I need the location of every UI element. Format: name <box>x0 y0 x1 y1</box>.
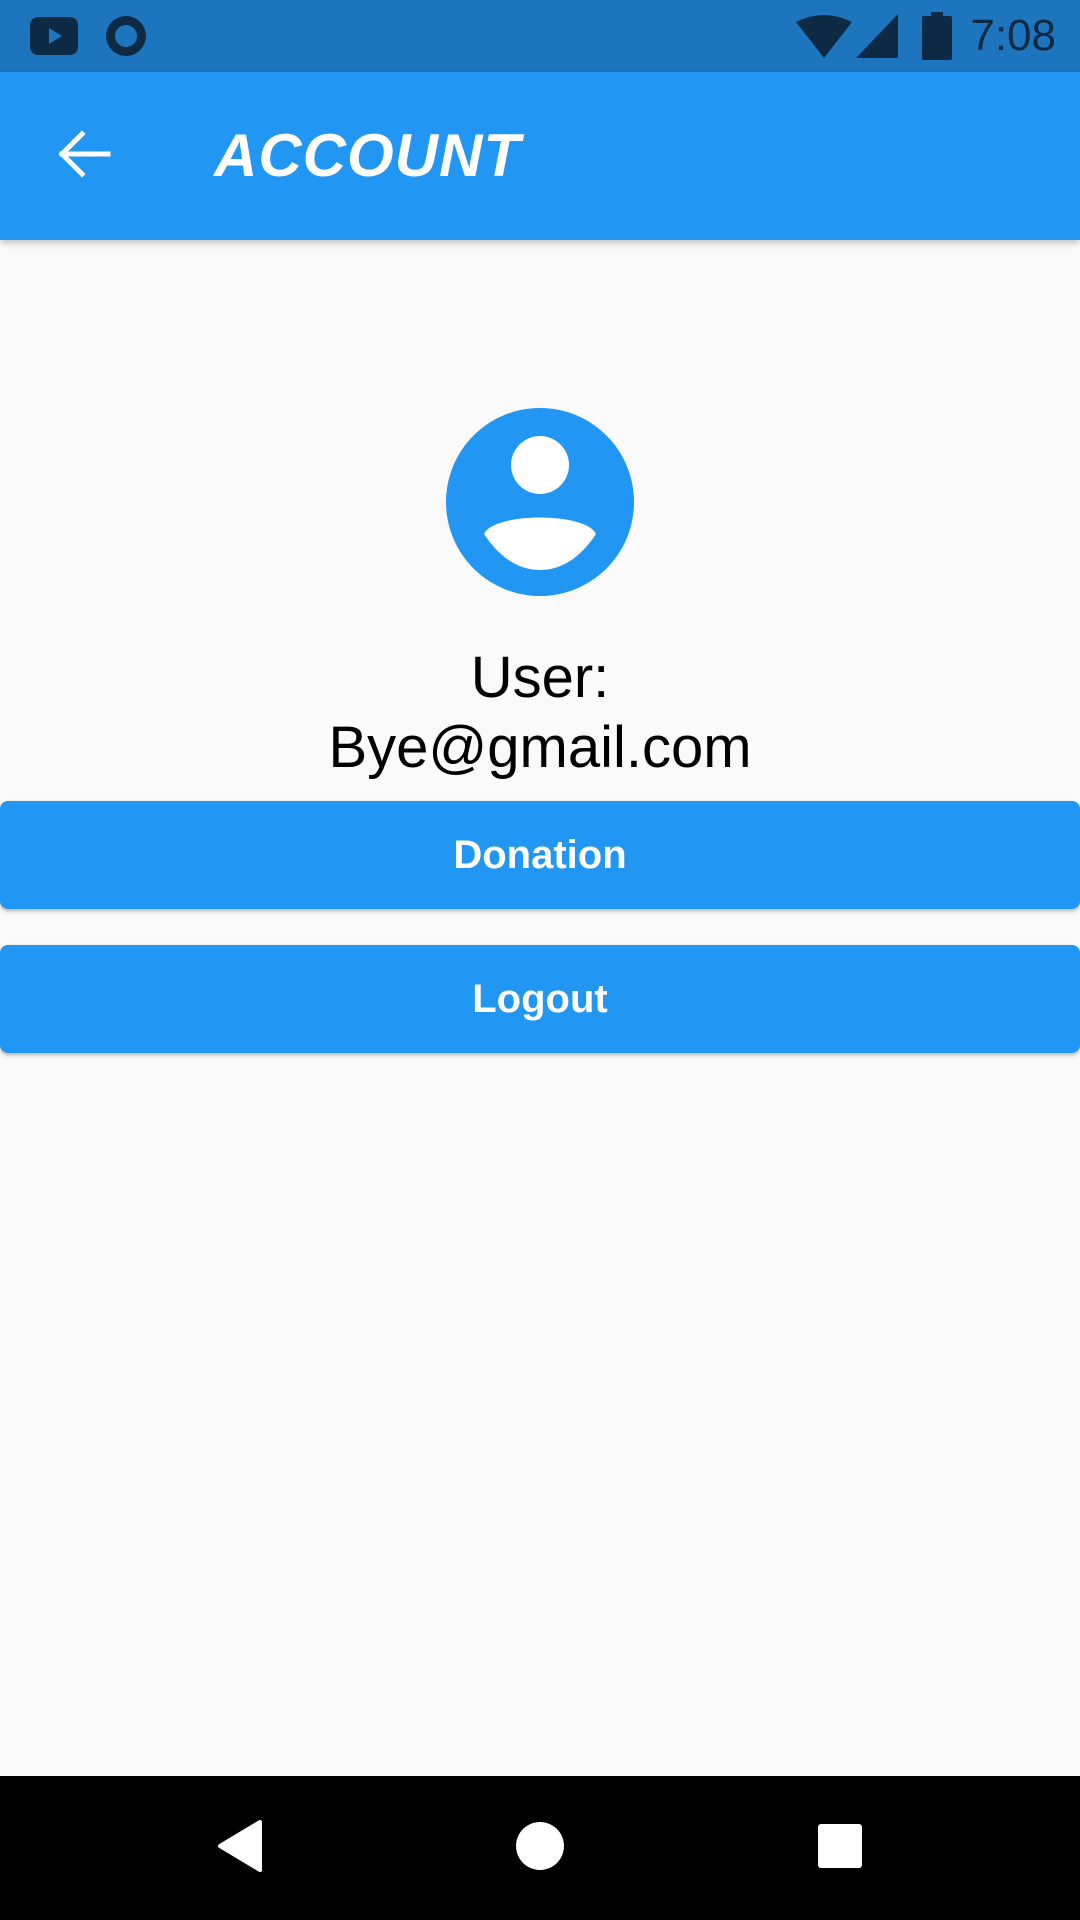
account-screen: 7:08 ACCOUNT User: Bye@gmail.com Donatio… <box>0 0 1080 1920</box>
logout-button[interactable]: Logout <box>0 945 1080 1053</box>
nav-home-button[interactable] <box>490 1798 590 1898</box>
account-circle-icon <box>446 408 634 596</box>
app-bar: ACCOUNT <box>0 72 1080 240</box>
back-triangle-icon <box>216 1819 264 1877</box>
user-label: User: <box>470 645 610 710</box>
status-time: 7:08 <box>970 11 1056 60</box>
nav-recents-button[interactable] <box>790 1798 890 1898</box>
status-bar: 7:08 <box>0 0 1080 72</box>
wifi-icon <box>796 14 852 63</box>
donation-button[interactable]: Donation <box>0 801 1080 909</box>
signal-icon <box>856 14 898 63</box>
nav-back-button[interactable] <box>190 1798 290 1898</box>
arrow-back-icon <box>56 126 112 187</box>
back-button[interactable] <box>40 112 128 200</box>
youtube-icon <box>30 17 78 60</box>
page-title: ACCOUNT <box>214 122 521 189</box>
record-icon <box>104 14 148 63</box>
home-circle-icon <box>514 1820 566 1877</box>
battery-icon <box>922 12 952 65</box>
recents-square-icon <box>817 1823 863 1874</box>
system-nav-bar <box>0 1776 1080 1920</box>
user-email: Bye@gmail.com <box>328 715 752 780</box>
